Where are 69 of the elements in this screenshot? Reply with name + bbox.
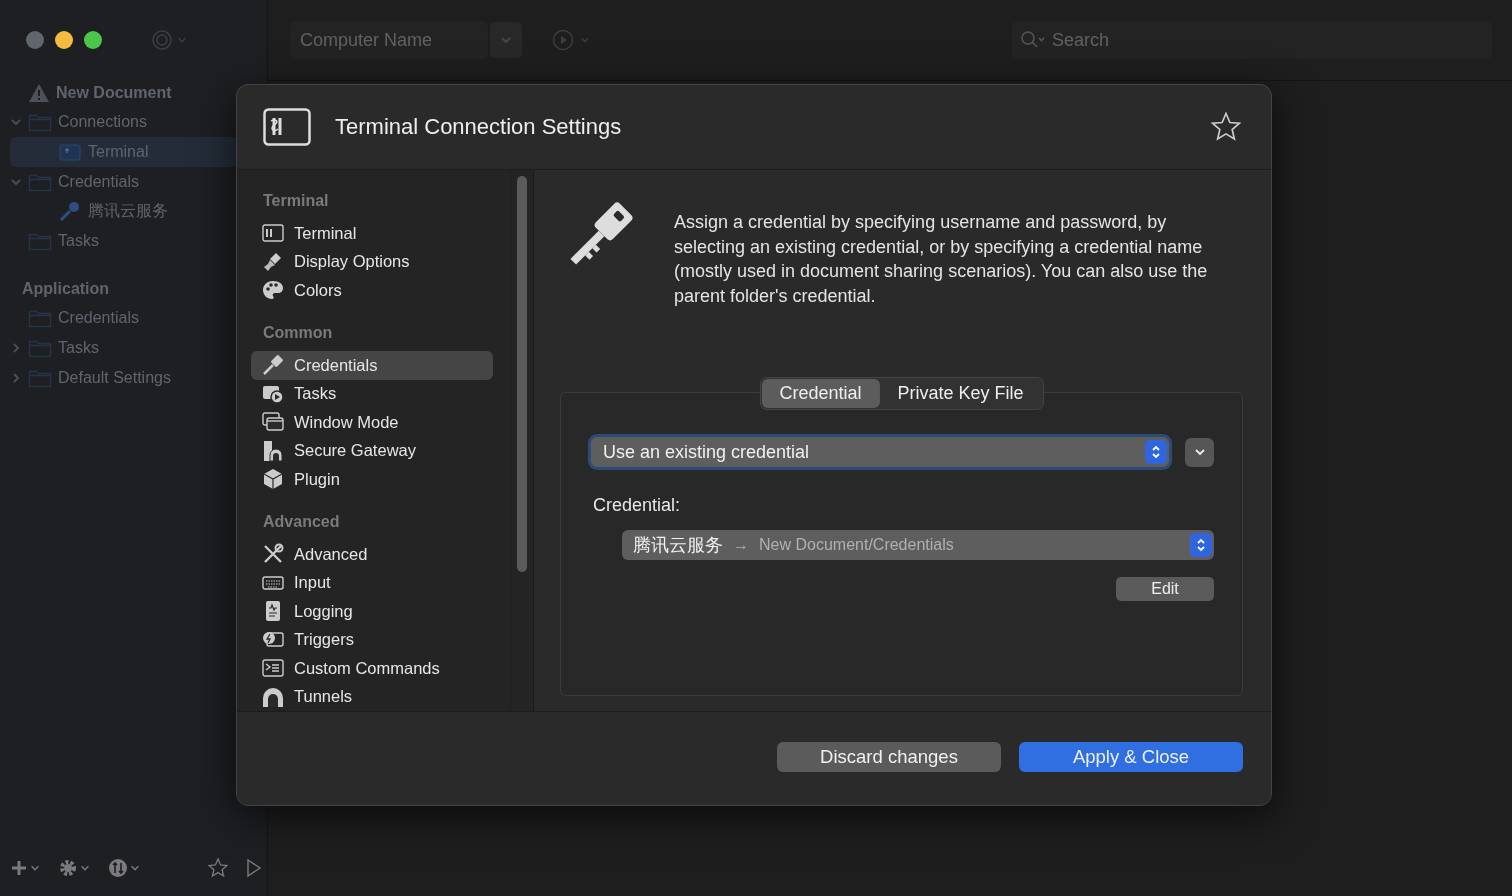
settings-nav-item[interactable]: Custom Commands [251, 654, 493, 683]
computer-name-field[interactable]: Computer Name [290, 21, 488, 59]
chevron-icon[interactable] [80, 863, 90, 873]
terminal-icon [262, 224, 284, 243]
sync-icon[interactable] [108, 858, 128, 878]
star-icon[interactable] [208, 858, 228, 878]
settings-nav-item[interactable]: Window Mode [251, 408, 493, 437]
dialog-title: Terminal Connection Settings [335, 114, 622, 140]
settings-nav-item[interactable]: Input [251, 568, 493, 598]
chevron-icon [1193, 446, 1206, 458]
command-icon [262, 659, 284, 678]
chevron-icon [500, 34, 512, 46]
chevron-icon[interactable] [130, 863, 140, 873]
edit-button[interactable]: Edit [1116, 577, 1214, 601]
warning-icon [28, 82, 50, 103]
star-icon[interactable] [1211, 112, 1241, 142]
minimize-button[interactable] [55, 31, 73, 49]
cube-icon [262, 468, 284, 491]
stepper-icon [1151, 444, 1161, 460]
stepper-icon [1196, 537, 1206, 553]
palette-icon [262, 280, 284, 301]
close-button[interactable] [26, 31, 44, 49]
brush-icon [262, 250, 284, 273]
apply-button[interactable]: Apply & Close [1019, 741, 1243, 772]
section-title: Application [22, 279, 111, 298]
credential-popup[interactable]: 腾讯云服务 → New Document/Credentials [622, 530, 1214, 560]
settings-nav-item[interactable]: Triggers [251, 625, 493, 655]
settings-nav-item[interactable]: Credentials [251, 351, 493, 380]
windows-icon [262, 412, 284, 433]
disclosure-icon[interactable] [10, 371, 22, 384]
search-icon [1020, 30, 1046, 50]
chevron-icon[interactable] [30, 863, 40, 873]
gateway-icon [262, 439, 284, 462]
keyboard-icon [262, 574, 284, 591]
field-label: Credential: [593, 495, 682, 516]
zoom-button[interactable] [84, 31, 102, 49]
description-text: Assign a credential by specifying username and password, by selecting an existing credential, or by specifying a credential name (mostly used in document sharing scenarios). You can also use the parent folder's credential. [674, 211, 1209, 308]
section-title: Common [262, 323, 334, 343]
tab[interactable]: Credential [761, 379, 880, 408]
add-icon[interactable] [10, 859, 28, 877]
settings-nav-item[interactable]: Advanced [251, 540, 493, 569]
terminal-icon [58, 142, 82, 162]
discard-button[interactable]: Discard changes [777, 741, 1001, 772]
settings-nav-item[interactable]: Colors [251, 276, 493, 305]
tab[interactable]: Private Key File [879, 379, 1042, 408]
folder-icon [28, 112, 52, 133]
settings-nav-item[interactable]: Logging [251, 597, 493, 626]
options-button[interactable] [1185, 437, 1214, 467]
key-icon [58, 200, 82, 223]
scrollbar-thumb[interactable] [517, 176, 527, 572]
settings-nav-item[interactable]: Terminal [251, 219, 493, 248]
settings-icon[interactable] [58, 858, 78, 878]
tasks-icon [262, 383, 284, 404]
play-icon[interactable] [246, 858, 262, 878]
settings-nav-item[interactable]: Tunnels [251, 682, 493, 711]
settings-nav-item[interactable]: Tasks [251, 379, 493, 409]
section-title: Terminal [262, 192, 330, 211]
disclosure-icon[interactable] [10, 341, 22, 354]
terminal-icon [263, 108, 311, 146]
settings-nav-item[interactable]: Display Options [251, 247, 493, 277]
section-title: Advanced [262, 512, 341, 532]
tunnel-icon [262, 686, 284, 707]
credential-mode-popup[interactable]: Use an existing credential [591, 437, 1169, 467]
trigger-icon [262, 629, 284, 650]
search-field[interactable]: Search [1012, 21, 1492, 59]
settings-nav-item[interactable]: Secure Gateway [251, 436, 493, 466]
key-icon [262, 354, 284, 377]
settings-nav-item[interactable]: Plugin [251, 465, 493, 494]
folder-icon [28, 308, 52, 329]
